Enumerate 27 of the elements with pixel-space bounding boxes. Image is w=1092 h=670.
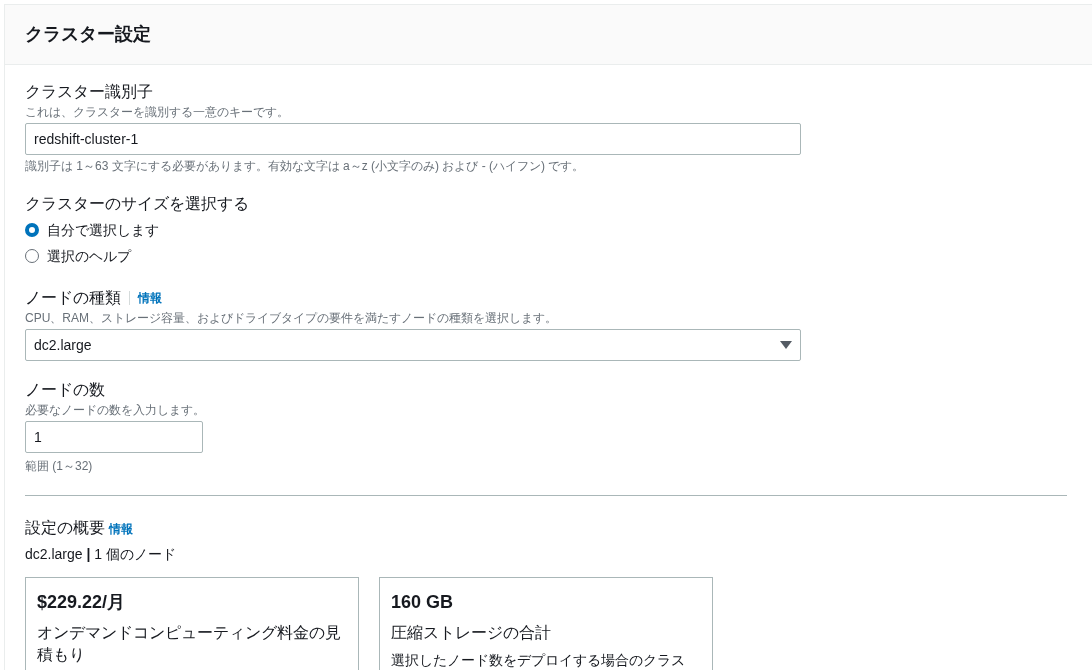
cluster-identifier-field[interactable]: redshift-cluster-1 xyxy=(25,123,801,155)
radio-option[interactable]: 選択のヘルプ xyxy=(25,245,1092,267)
field-description: 識別子は 1～63 文字にする必要があります。有効な文字は a～z (小文字のみ) および - (ハイフン) です。 xyxy=(25,158,586,175)
field-description: 範囲 (1～32) xyxy=(25,458,94,475)
info-link[interactable]: 情報 xyxy=(138,289,162,307)
card-value: $229.22/月 xyxy=(37,591,127,614)
card-description: 選択したノード数をデプロイする場合のクラス xyxy=(391,651,686,670)
radio-button[interactable] xyxy=(25,249,39,263)
section-title: 設定の概要 xyxy=(25,518,105,538)
field-description: 必要なノードの数を入力します。 xyxy=(25,402,206,419)
field-label: クラスター識別子 xyxy=(25,82,154,102)
card-label: オンデマンドコンピューティング料金の見積もり xyxy=(37,623,342,665)
node-count-field[interactable]: 1 xyxy=(25,421,203,453)
caret-down-icon xyxy=(780,341,792,349)
field-label: ノードの数 xyxy=(25,380,106,400)
card-value: 160 GB xyxy=(391,591,455,614)
field-label: クラスターのサイズを選択する xyxy=(25,194,250,214)
field-description: CPU、RAM、ストレージ容量、およびドライブタイプの要件を満たすノードの種類を選択します。 xyxy=(25,310,558,327)
info-link[interactable]: 情報 xyxy=(109,520,133,538)
summary-line: dc2.large | 1 個のノード xyxy=(25,545,177,564)
radio-button[interactable] xyxy=(25,223,39,237)
radio-option[interactable]: 自分で選択します xyxy=(25,219,1092,241)
field-label: ノードの種類 xyxy=(25,288,121,308)
panel-title: クラスター設定 xyxy=(25,23,151,46)
card-label: 圧縮ストレージの合計 xyxy=(391,623,552,643)
node-type-select[interactable]: dc2.large xyxy=(25,329,801,361)
field-description: これは、クラスターを識別する一意のキーです。 xyxy=(25,104,290,121)
